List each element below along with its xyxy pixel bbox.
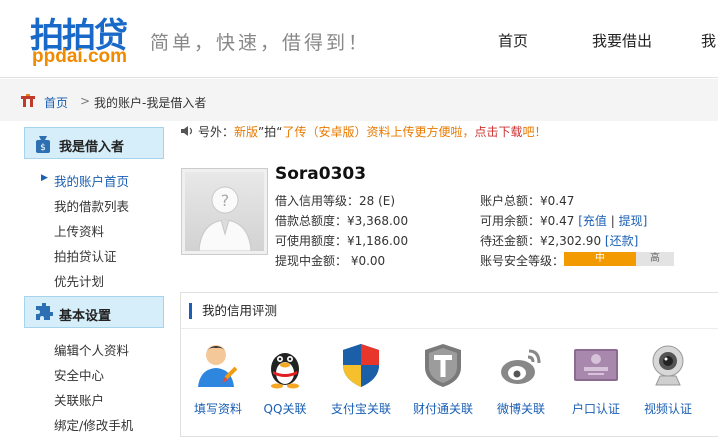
security-label: 账号安全等级： bbox=[480, 254, 565, 268]
withdraw-link[interactable]: 提现] bbox=[619, 214, 648, 228]
breadcrumb-home[interactable]: 首页 bbox=[44, 94, 68, 111]
sidebar-section-title: 基本设置 bbox=[59, 309, 112, 324]
sidebar-item-edit-profile[interactable]: 编辑个人资料 bbox=[54, 340, 129, 359]
ppdai-logo[interactable]: 拍拍贷 ppdai.com bbox=[30, 8, 145, 68]
weibo-icon bbox=[501, 349, 541, 384]
notice-suffix: 吧！ bbox=[522, 125, 547, 139]
sidebar-item-priority-plan[interactable]: 优先计划 bbox=[54, 271, 104, 290]
username: Sora0303 bbox=[275, 164, 367, 184]
sidebar: $ 我是借入者 ▶ 我的账户首页 我的借款列表 上传资料 拍拍贷认证 优先计划 … bbox=[20, 121, 170, 437]
credit-item-video[interactable]: 视频认证 bbox=[633, 341, 703, 417]
total-credit: 借款总额度：¥3,368.00 bbox=[275, 214, 409, 228]
notice-new-version: 新版 bbox=[234, 125, 259, 139]
nav-my-account[interactable]: 我 bbox=[701, 30, 716, 51]
credit-evaluation-panel: 我的信用评测 填写资料 QQ关联 支付宝关联 财付通关联 微博关联 户口认证 视… bbox=[180, 292, 718, 437]
sidebar-item-bind-phone[interactable]: 绑定/修改手机 bbox=[54, 415, 133, 434]
credit-item-hukou[interactable]: 户口认证 bbox=[561, 341, 631, 417]
security-level-high: 高 bbox=[636, 252, 674, 266]
breadcrumb: 首页 > 我的账户-我是借入者 bbox=[0, 79, 718, 121]
credit-item-weibo[interactable]: 微博关联 bbox=[486, 341, 556, 417]
notice-download-link[interactable]: 点击下载 bbox=[475, 125, 523, 139]
announcement: 号外：新版”拍“了传（安卓版）资料上传更方便啦，点击下载吧！ bbox=[180, 123, 547, 140]
available-credit: 可使用额度：¥1,186.00 bbox=[275, 234, 409, 248]
money-bag-icon: $ bbox=[36, 136, 50, 153]
nav-home[interactable]: 首页 bbox=[498, 30, 528, 51]
sidebar-item-upload[interactable]: 上传资料 bbox=[54, 221, 104, 240]
nav-lend[interactable]: 我要借出 bbox=[592, 30, 652, 51]
credit-item-label: 微博关联 bbox=[496, 402, 545, 416]
user-edit-icon bbox=[198, 345, 238, 387]
breadcrumb-current: 我的账户-我是借入者 bbox=[94, 96, 207, 110]
notice-prefix: 号外： bbox=[198, 125, 235, 139]
notice-text: 资料上传更方便啦， bbox=[366, 125, 475, 139]
sidebar-section-title: 我是借入者 bbox=[59, 140, 125, 155]
security-level-mid: 中 bbox=[564, 252, 636, 266]
logo-english: ppdai.com bbox=[32, 46, 128, 67]
credit-item-label: 视频认证 bbox=[643, 402, 692, 416]
sidebar-item-linked-accounts[interactable]: 关联账户 bbox=[54, 390, 104, 409]
sidebar-section-borrower[interactable]: $ 我是借入者 bbox=[24, 127, 164, 159]
credit-evaluation-title: 我的信用评测 bbox=[189, 303, 277, 319]
available-balance-row: 可用余额：¥0.47 [充值 | 提现] bbox=[480, 212, 647, 229]
alipay-shield-icon bbox=[343, 344, 379, 387]
speaker-icon bbox=[181, 126, 193, 136]
sidebar-item-certification[interactable]: 拍拍贷认证 bbox=[54, 246, 117, 265]
credit-item-label: 填写资料 bbox=[193, 402, 242, 416]
security-level-bar: 中 高 bbox=[564, 252, 674, 266]
credit-item-label: 户口认证 bbox=[571, 402, 620, 416]
sidebar-item-loan-list[interactable]: 我的借款列表 bbox=[54, 196, 129, 215]
sidebar-item-security-center[interactable]: 安全中心 bbox=[54, 365, 104, 384]
credit-item-profile[interactable]: 填写资料 bbox=[183, 341, 253, 417]
repay-link[interactable]: [还款] bbox=[605, 234, 638, 248]
link-separator: | bbox=[610, 214, 615, 228]
home-icon bbox=[21, 94, 35, 107]
active-arrow-icon: ▶ bbox=[41, 173, 48, 183]
credit-item-tenpay[interactable]: 财付通关联 bbox=[408, 341, 478, 417]
withdraw-pending: 提现中金额： ¥0.00 bbox=[275, 254, 386, 268]
credit-item-label: QQ关联 bbox=[263, 402, 307, 416]
default-avatar-icon: ? bbox=[185, 172, 264, 251]
hukou-book-icon bbox=[574, 349, 618, 381]
credit-item-alipay[interactable]: 支付宝关联 bbox=[326, 341, 396, 417]
account-total: 账户总额：¥0.47 bbox=[480, 194, 575, 208]
tenpay-icon bbox=[425, 344, 461, 387]
divider bbox=[181, 328, 718, 329]
notice-app-name: 了传（安卓版） bbox=[282, 125, 367, 139]
svg-text:$: $ bbox=[40, 143, 46, 153]
site-header: 拍拍贷 ppdai.com 简单，快速，借得到！ 首页 我要借出 我 bbox=[0, 0, 718, 78]
credit-item-label: 支付宝关联 bbox=[330, 402, 391, 416]
recharge-link[interactable]: [充值 bbox=[578, 214, 607, 228]
breadcrumb-separator: > bbox=[80, 94, 91, 108]
sidebar-section-settings[interactable]: 基本设置 bbox=[24, 296, 164, 328]
puzzle-icon bbox=[36, 303, 53, 320]
to-repay: 待还金额：¥2,302.90 bbox=[480, 234, 602, 248]
available-balance: 可用余额：¥0.47 bbox=[480, 214, 575, 228]
svg-text:?: ? bbox=[221, 191, 230, 210]
credit-item-label: 财付通关联 bbox=[412, 402, 473, 416]
credit-level: 借入信用等级：28 (E) bbox=[275, 194, 396, 208]
webcam-icon bbox=[652, 345, 684, 386]
to-repay-row: 待还金额：¥2,302.90 [还款] bbox=[480, 232, 638, 249]
slogan: 简单，快速，借得到！ bbox=[150, 32, 371, 54]
avatar[interactable]: ? bbox=[181, 168, 268, 255]
qq-penguin-icon bbox=[271, 353, 299, 389]
credit-item-qq[interactable]: QQ关联 bbox=[250, 341, 320, 417]
notice-pai: ”拍“ bbox=[258, 125, 283, 139]
sidebar-item-account-home[interactable]: 我的账户首页 bbox=[54, 171, 129, 190]
